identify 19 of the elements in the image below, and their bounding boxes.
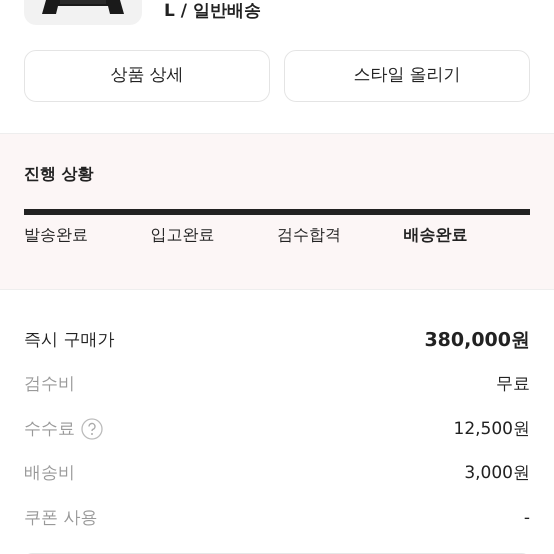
step-label: 검수합격 — [277, 224, 342, 246]
product-detail-button[interactable]: 상품 상세 — [24, 50, 270, 102]
section-title: 진행 상황 — [24, 163, 95, 185]
post-style-button[interactable]: 스타일 올리기 — [284, 50, 530, 102]
price-label: 쿠폰 사용 — [24, 506, 98, 530]
step-label: 발송완료 — [24, 224, 89, 246]
price-value: 3,000원 — [464, 462, 530, 485]
help-icon[interactable] — [81, 418, 103, 440]
option-text: L / 일반배송 — [164, 1, 261, 23]
price-value: 무료 — [496, 373, 530, 396]
price-value: - — [524, 506, 530, 530]
price-label: 즉시 구매가 — [24, 328, 114, 352]
price-label: 수수료 — [24, 418, 75, 440]
step-label: 배송완료 — [404, 224, 468, 246]
price-label: 검수비 — [24, 373, 75, 396]
price-value: 380,000원 — [424, 328, 530, 353]
price-label: 배송비 — [24, 462, 75, 485]
step-label: 입고완료 — [150, 224, 216, 246]
price-value: 12,500원 — [454, 418, 530, 440]
